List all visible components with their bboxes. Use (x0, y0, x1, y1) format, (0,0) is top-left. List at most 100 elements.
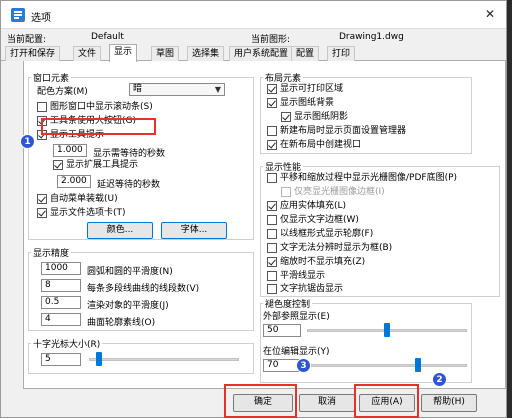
highlight-large-buttons (41, 118, 156, 135)
paper-background-label: 显示图纸背景 (280, 98, 335, 108)
file-tabs-label: 显示文件选项卡(T) (50, 208, 126, 218)
no-fill-zoom-checkbox[interactable]: 缩放时不显示填充(Z) (267, 257, 365, 269)
checkbox-box (267, 271, 277, 281)
printable-area-label: 显示可打印区域 (280, 84, 344, 94)
contour-lines-label: 曲面轮廓素线(O) (87, 318, 156, 328)
paper-shadow-checkbox[interactable]: 显示图纸阴影 (281, 112, 348, 124)
create-viewport-label: 在新布局中创建视口 (280, 140, 362, 150)
color-button[interactable]: 颜色... (87, 222, 153, 239)
raster-pan-zoom-label: 平移和缩放过程中显示光栅图像/PDF底图(P) (280, 173, 458, 183)
display-performance-group: 显示性能 平移和缩放过程中显示光栅图像/PDF底图(P) 仅亮显光栅图像边框(I… (260, 160, 500, 297)
tab-open-save[interactable]: 打开和保存 (5, 46, 61, 61)
color-scheme-value: 暗 (133, 84, 143, 94)
text-boundary-label: 仅显示文字边框(W) (280, 215, 359, 225)
window-elements-group: 窗口元素 配色方案(M) 暗 ▼ 图形窗口中显示滚动条(S) 工具条使用大按钮(… (28, 71, 254, 240)
checkbox-box (267, 140, 277, 150)
polyline-segments-input[interactable]: 8 (41, 279, 81, 292)
create-viewport-checkbox[interactable]: 在新布局中创建视口 (267, 140, 361, 152)
render-smoothness-label: 渲染对象的平滑度(J) (87, 301, 169, 311)
crosshair-slider-track (89, 358, 239, 361)
checkbox-box (267, 84, 277, 94)
help-button[interactable]: 帮助(H) (421, 394, 477, 412)
polyline-segments-label: 每条多段线曲线的线段数(V) (87, 284, 200, 294)
layout-elements-title: 布局元素 (263, 71, 304, 84)
font-button[interactable]: 字体... (161, 222, 227, 239)
smooth-line-checkbox[interactable]: 平滑线显示 (267, 271, 325, 283)
tab-display[interactable]: 显示 (109, 44, 138, 62)
text-as-box-checkbox[interactable]: 文字无法分辨时显示为框(B) (267, 243, 392, 255)
checkbox-box (267, 201, 277, 211)
checkbox-box (267, 243, 277, 253)
extended-delay-input[interactable]: 2.000 (57, 175, 91, 188)
arc-smoothness-input[interactable]: 1000 (41, 262, 81, 275)
tab-selection[interactable]: 选择集 (187, 46, 225, 61)
close-icon[interactable]: ✕ (482, 6, 498, 22)
page-setup-manager-checkbox[interactable]: 新建布局时显示页面设置管理器 (267, 126, 406, 138)
solid-fill-checkbox[interactable]: 应用实体填充(L) (267, 201, 346, 213)
color-scheme-select[interactable]: 暗 ▼ (129, 83, 225, 96)
checkbox-box (267, 215, 277, 225)
auto-menu-label: 自动菜单装载(U) (50, 194, 118, 204)
wireframe-silhouette-checkbox[interactable]: 以线框形式显示轮廓(F) (267, 229, 373, 241)
tab-strip: 打开和保存 文件 显示 草图 选择集 用户系统配置 配置 打印 (1, 43, 506, 62)
crosshair-size-input[interactable]: 5 (41, 353, 81, 366)
tooltip-delay-input[interactable]: 1.000 (53, 144, 87, 157)
app-icon (11, 8, 25, 22)
raster-pan-zoom-checkbox[interactable]: 平移和缩放过程中显示光栅图像/PDF底图(P) (267, 173, 457, 185)
title-bar: 选项 ✕ (1, 1, 506, 29)
display-precision-group: 显示精度 1000 圆弧和圆的平滑度(N) 8 每条多段线曲线的线段数(V) 0… (28, 246, 254, 331)
checkbox-box (267, 229, 277, 239)
checkbox-box (267, 173, 277, 183)
no-fill-zoom-label: 缩放时不显示填充(Z) (280, 257, 366, 267)
checkbox-box (281, 187, 291, 197)
chevron-down-icon: ▼ (214, 85, 221, 94)
tab-profiles[interactable]: 配置 (291, 46, 320, 61)
checkbox-box (267, 98, 277, 108)
fade-control-group: 褪色度控制 外部参照显示(E) 50 在位编辑显示(Y) 70 (260, 297, 472, 383)
printable-area-checkbox[interactable]: 显示可打印区域 (267, 84, 343, 96)
cancel-button[interactable]: 取消 (299, 394, 355, 412)
inplace-slider-thumb[interactable] (414, 358, 421, 372)
checkbox-box (267, 126, 277, 136)
auto-menu-checkbox[interactable]: 自动菜单装载(U) (37, 194, 118, 206)
solid-fill-label: 应用实体填充(L) (280, 201, 347, 211)
contour-lines-input[interactable]: 4 (41, 313, 81, 326)
tab-drafting[interactable]: 草图 (151, 46, 180, 61)
checkbox-box (267, 257, 277, 267)
checkbox-box (37, 102, 47, 112)
inplace-slider-track (307, 364, 467, 367)
file-tabs-checkbox[interactable]: 显示文件选项卡(T) (37, 208, 126, 220)
page-setup-manager-label: 新建布局时显示页面设置管理器 (280, 126, 407, 136)
text-antialias-checkbox[interactable]: 文字抗锯齿显示 (267, 284, 343, 296)
paper-background-checkbox[interactable]: 显示图纸背景 (267, 98, 334, 110)
inplace-edit-label: 在位编辑显示(Y) (263, 347, 330, 357)
options-dialog: 选项 ✕ 当前配置: Default 当前图形: Drawing1.dwg 打开… (0, 0, 507, 418)
scrollbars-label: 图形窗口中显示滚动条(S) (50, 102, 153, 112)
arc-smoothness-label: 圆弧和圆的平滑度(N) (87, 267, 173, 277)
color-scheme-label: 配色方案(M) (37, 87, 88, 97)
text-boundary-checkbox[interactable]: 仅显示文字边框(W) (267, 215, 359, 227)
raster-frame-only-checkbox: 仅亮显光栅图像边框(I) (281, 187, 385, 199)
current-profile-value: Default (91, 32, 124, 42)
highlight-apply-button (354, 384, 419, 418)
extended-tooltips-checkbox[interactable]: 显示扩展工具提示 (53, 160, 138, 172)
step-badge-3: 3 (296, 358, 311, 373)
checkbox-box (53, 160, 63, 170)
xref-slider-thumb[interactable] (384, 323, 390, 337)
render-smoothness-input[interactable]: 0.5 (41, 296, 81, 309)
tab-files[interactable]: 文件 (73, 46, 102, 61)
current-drawing-value: Drawing1.dwg (339, 32, 404, 42)
crosshair-slider-thumb[interactable] (96, 352, 103, 366)
scrollbars-checkbox[interactable]: 图形窗口中显示滚动条(S) (37, 102, 153, 114)
step-badge-2: 2 (432, 372, 447, 387)
tab-plot[interactable]: 打印 (327, 46, 356, 61)
extended-tooltips-label: 显示扩展工具提示 (66, 160, 139, 170)
tab-user-preferences[interactable]: 用户系统配置 (229, 46, 294, 61)
paper-shadow-label: 显示图纸阴影 (294, 112, 349, 122)
raster-frame-only-label: 仅亮显光栅图像边框(I) (294, 187, 385, 197)
xref-display-input[interactable]: 50 (263, 324, 301, 337)
checkbox-box (37, 194, 47, 204)
window-title: 选项 (31, 13, 51, 24)
smooth-line-label: 平滑线显示 (280, 271, 326, 281)
layout-elements-group: 布局元素 显示可打印区域 显示图纸背景 显示图纸阴影 新建布局时显示页面设置管理… (260, 71, 472, 154)
